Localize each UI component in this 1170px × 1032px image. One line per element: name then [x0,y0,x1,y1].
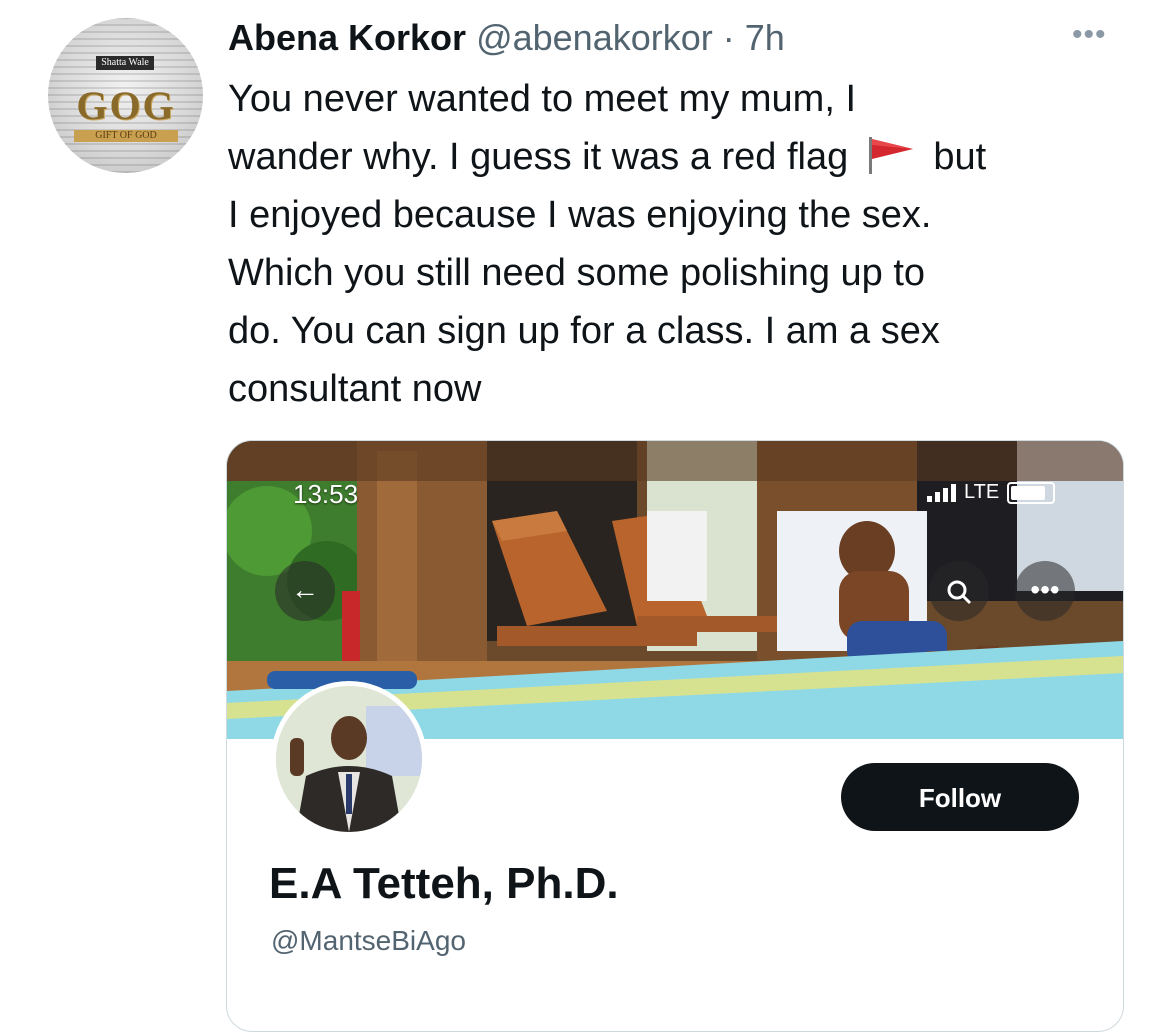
battery-icon [1007,481,1056,504]
profile-handle: @MantseBiAgo [271,925,466,956]
tweet-line: You never wanted to meet my mum, I [228,78,857,120]
search-icon[interactable] [929,561,989,621]
profile-display-name: E.A Tetteh, Ph.D. [269,859,619,908]
more-horizontal-icon[interactable]: ••• [1072,18,1107,52]
author-avatar[interactable]: Shatta Wale GOG GIFT OF GOD [48,18,203,173]
arrow-left-icon[interactable]: ← [275,561,335,621]
search-glyph [947,580,972,604]
follow-button[interactable]: Follow [841,763,1079,831]
tweet-line: do. You can sign up for a class. I am a … [228,310,940,352]
tweet-header: Abena Korkor @abenakorkor · 7h [228,16,785,60]
network-label: LTE [964,481,1000,503]
tweet-line: consultant now [228,368,482,410]
tweet-time[interactable]: 7h [745,17,785,58]
tweet-text: You never wanted to meet my mum, I wande… [228,70,1128,418]
header-separator: · [722,17,735,58]
profile-avatar-image [276,686,422,832]
author-name[interactable]: Abena Korkor [228,17,466,58]
tweet-line-part: but [933,136,987,178]
avatar-logo: GOG [76,83,176,128]
status-bar-indicators: LTE [927,481,1056,504]
avatar-ribbon: GIFT OF GOD [74,130,178,142]
red-flag-icon [868,137,913,174]
tweet-line: Which you still need some polishing up t… [228,252,926,294]
tweet-line: wander why. I guess it was a red flag bu… [228,128,1128,186]
profile-avatar[interactable] [271,681,427,837]
avatar-brand-label: Shatta Wale [96,56,154,70]
tweet-line: I enjoyed because I was enjoying the sex… [228,194,932,236]
status-bar-time: 13:53 [293,479,359,509]
tweet-line-part: wander why. I guess it was a red flag [228,136,849,178]
embedded-profile-screenshot[interactable]: 13:53 LTE ← ••• Follow E.A Tetteh, Ph.D.… [226,440,1124,1032]
author-handle[interactable]: @abenakorkor [476,17,713,58]
more-horizontal-icon[interactable]: ••• [1015,561,1075,621]
signal-bars-icon [927,483,956,502]
